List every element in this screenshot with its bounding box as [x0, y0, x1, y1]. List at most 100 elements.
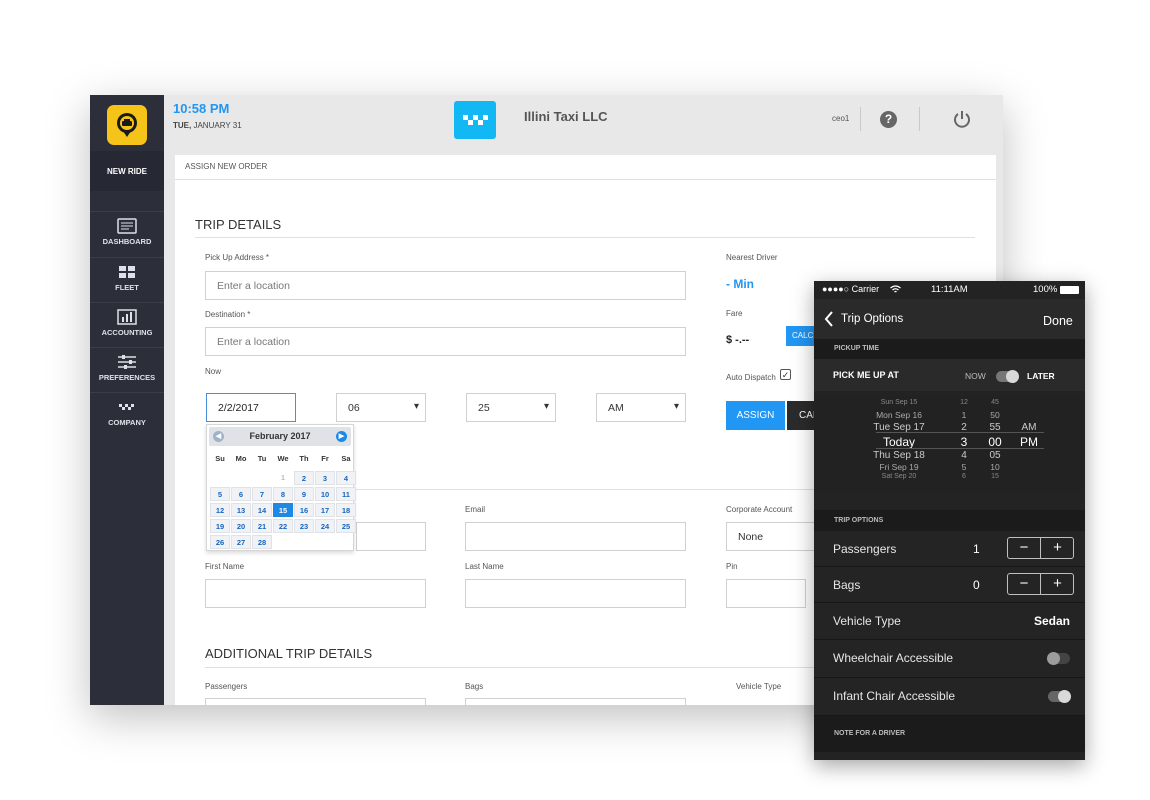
sidebar-item-dashboard[interactable]: DASHBOARD [90, 211, 164, 255]
calendar-day[interactable]: 20 [231, 519, 251, 533]
later-label[interactable]: LATER [1027, 371, 1055, 381]
calendar-day[interactable]: 4 [336, 471, 356, 485]
picker-option[interactable]: Today [859, 435, 939, 449]
calendar-day[interactable]: 22 [273, 519, 293, 533]
bags-label: Bags [833, 578, 861, 592]
phone-input[interactable] [356, 522, 426, 551]
hour-select[interactable]: 06 [336, 393, 426, 422]
picker-option[interactable]: 10 [983, 462, 1007, 472]
calendar-day-selected[interactable]: 15 [273, 503, 293, 517]
picker-option[interactable]: 1 [954, 410, 974, 420]
pin-input[interactable] [726, 579, 806, 608]
picker-option[interactable]: Sun Sep 15 [859, 399, 939, 406]
sidebar-item-preferences[interactable]: PREFERENCES [90, 347, 164, 391]
assign-button[interactable]: ASSIGN [726, 401, 785, 430]
destination-input[interactable]: Enter a location [205, 327, 686, 356]
bags-label: Bags [465, 682, 484, 691]
bags-input[interactable] [465, 698, 686, 705]
decrement-button[interactable]: − [1008, 574, 1041, 594]
calendar-day[interactable]: 26 [210, 535, 230, 549]
weekday-label: Sa [341, 454, 351, 463]
calendar-day[interactable]: 17 [315, 503, 335, 517]
weekday-label: Tu [257, 454, 267, 463]
sidebar-item-fleet[interactable]: FLEET [90, 257, 164, 301]
picker-option[interactable]: 45 [983, 399, 1007, 406]
calendar-day[interactable]: 11 [336, 487, 356, 501]
picker-option[interactable]: 12 [954, 399, 974, 406]
calendar-day[interactable]: 24 [315, 519, 335, 533]
picker-option[interactable]: 3 [954, 435, 974, 449]
last-name-input[interactable] [465, 579, 686, 608]
calendar-day[interactable]: 27 [231, 535, 251, 549]
passengers-stepper: − + [1007, 537, 1074, 559]
corporate-account-select[interactable]: None [726, 522, 826, 551]
accounting-icon [117, 309, 137, 325]
calendar-day[interactable]: 5 [210, 487, 230, 501]
calendar-day[interactable]: 18 [336, 503, 356, 517]
picker-option[interactable]: 4 [954, 450, 974, 461]
calendar-day[interactable]: 2 [294, 471, 314, 485]
calendar-day[interactable]: 21 [252, 519, 272, 533]
date-input[interactable]: 2/2/2017 [206, 393, 296, 422]
picker-option[interactable]: Mon Sep 16 [859, 410, 939, 420]
user-name[interactable]: ceo1 [832, 114, 849, 123]
calendar-day[interactable]: 25 [336, 519, 356, 533]
calendar-day[interactable]: 14 [252, 503, 272, 517]
infant-chair-toggle[interactable] [1048, 690, 1071, 703]
calendar-day[interactable]: 28 [252, 535, 272, 549]
new-ride-button[interactable]: NEW RIDE [90, 151, 164, 191]
taxi-logo-icon[interactable] [107, 105, 147, 145]
pickup-time-picker[interactable]: Sun Sep 15 Mon Sep 16 Tue Sep 17 Today Thu S… [814, 396, 1085, 492]
breadcrumb: ASSIGN NEW ORDER [175, 155, 996, 180]
vehicle-type-row[interactable]: Vehicle Type Sedan [814, 603, 1085, 640]
picker-option[interactable]: Thu Sep 18 [859, 450, 939, 461]
first-name-input[interactable] [205, 579, 426, 608]
minute-select[interactable]: 25 [466, 393, 556, 422]
first-name-label: First Name [205, 562, 245, 571]
calendar-day[interactable]: 6 [231, 487, 251, 501]
picker-option[interactable]: 50 [983, 410, 1007, 420]
now-later-toggle[interactable] [996, 370, 1019, 383]
calendar-day[interactable]: 16 [294, 503, 314, 517]
picker-option[interactable]: 5 [954, 462, 974, 472]
calendar-day[interactable]: 3 [315, 471, 335, 485]
pickup-address-input[interactable]: Enter a location [205, 271, 686, 300]
ampm-select[interactable]: AM [596, 393, 686, 422]
sidebar-item-company[interactable]: COMPANY [90, 392, 164, 436]
calendar-day[interactable]: 10 [315, 487, 335, 501]
picker-option[interactable]: 05 [983, 450, 1007, 461]
calendar-day[interactable]: 8 [273, 487, 293, 501]
picker-option[interactable]: Fri Sep 19 [859, 462, 939, 472]
next-month-icon[interactable]: ▶ [336, 431, 347, 442]
calendar-day[interactable]: 12 [210, 503, 230, 517]
calendar-day[interactable]: 7 [252, 487, 272, 501]
calendar-blank [210, 471, 230, 485]
passengers-input[interactable] [205, 698, 426, 705]
wheelchair-toggle[interactable] [1047, 652, 1070, 665]
back-chevron-icon[interactable] [824, 311, 834, 327]
now-label[interactable]: NOW [965, 371, 986, 381]
increment-button[interactable]: + [1041, 574, 1074, 594]
email-input[interactable] [465, 522, 686, 551]
picker-option[interactable]: 00 [983, 435, 1007, 449]
calendar-day[interactable]: 9 [294, 487, 314, 501]
calendar-month: February 2017 [249, 431, 311, 441]
calendar-day[interactable]: 19 [210, 519, 230, 533]
picker-option[interactable]: 15 [983, 473, 1007, 480]
picker-option[interactable]: 6 [954, 473, 974, 480]
prev-month-icon[interactable]: ◀ [213, 431, 224, 442]
calendar-day[interactable]: 13 [231, 503, 251, 517]
increment-button[interactable]: + [1041, 538, 1074, 558]
done-button[interactable]: Done [1043, 314, 1073, 328]
sidebar-item-accounting[interactable]: ACCOUNTING [90, 302, 164, 346]
picker-option[interactable]: PM [1014, 435, 1044, 449]
pick-me-up-label: PICK ME UP AT [833, 370, 899, 380]
calendar-day[interactable]: 23 [294, 519, 314, 533]
picker-option[interactable]: Sat Sep 20 [859, 473, 939, 480]
back-button[interactable]: Trip Options [841, 313, 903, 325]
help-icon[interactable]: ? [880, 111, 897, 128]
auto-dispatch-checkbox[interactable]: ✓ [780, 369, 791, 380]
power-icon[interactable] [952, 109, 972, 129]
note-for-driver-header: NOTE FOR A DRIVER [814, 716, 1085, 752]
decrement-button[interactable]: − [1008, 538, 1041, 558]
